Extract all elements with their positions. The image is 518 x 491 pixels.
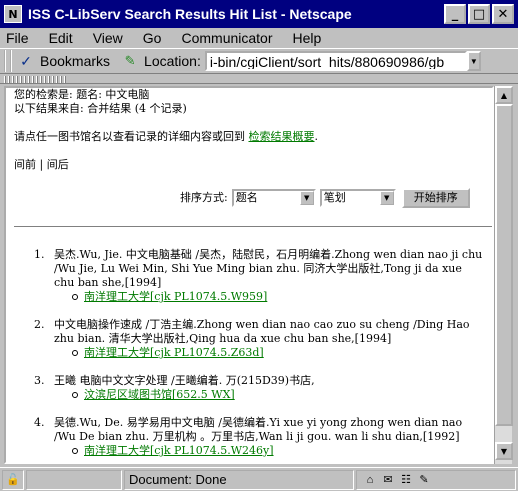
menu-go[interactable]: Go (143, 30, 162, 46)
library-link[interactable]: 南洋理工大学[cjk PL1074.5.W246y] (84, 444, 274, 458)
chevron-down-icon: ▼ (299, 191, 314, 205)
menu-file[interactable]: File (6, 30, 29, 46)
netscape-icon: N (4, 5, 22, 23)
result-citation: 中文电脑操作速成 /丁浩主编.Zhong wen dian nao cao zu… (54, 318, 470, 345)
location-label: Location: (144, 53, 201, 69)
list-item: 1. 吴杰.Wu, Jie. 中文电脑基础 /吴杰，陆慰民，石月明编着.Zhon… (14, 248, 492, 304)
status-bar: 🔓 Document: Done ⌂ ✉ ☷ ✎ (0, 467, 518, 491)
result-number: 1. (34, 248, 45, 261)
list-item: 4. 吴德.Wu, De. 易学易用中文电脑 /吴德编着.Yi xue yi y… (14, 416, 492, 458)
discussion-icon[interactable]: ☷ (399, 473, 413, 487)
bullet-icon (72, 448, 78, 454)
result-list: 1. 吴杰.Wu, Jie. 中文电脑基础 /吴杰，陆慰民，石月明编着.Zhon… (14, 248, 492, 462)
holding-row: 南洋理工大学[cjk PL1074.5.W959] (72, 290, 492, 304)
result-citation: 王曦 电脑中文文字处理 /王曦编着. 万(215D39)书店, (54, 374, 315, 387)
chevron-down-icon: ▼ (379, 191, 394, 205)
bullet-icon (72, 294, 78, 300)
progress-box (26, 469, 122, 490)
navigator-icon[interactable]: ⌂ (363, 473, 377, 487)
result-citation: 吴德.Wu, De. 易学易用中文电脑 /吴德编着.Yi xue yi yong… (54, 416, 463, 443)
library-link[interactable]: 南洋理工大学[cjk PL1074.5.W959] (84, 290, 267, 304)
minimize-button[interactable]: _ (444, 4, 466, 24)
status-text: Document: Done (124, 469, 354, 490)
bookmark-icon: ✓ (20, 52, 32, 69)
composer-icon[interactable]: ✎ (417, 473, 431, 487)
holding-row: 南洋理工大学[cjk PL1074.5.Z63d] (72, 346, 492, 360)
sort-controls: 排序方式: 题名 ▼ 笔划 ▼ 开始排序 (180, 188, 470, 208)
menu-edit[interactable]: Edit (49, 30, 73, 46)
query-line: 您的检索是: 题名: 中文电脑 (14, 88, 150, 101)
component-icons: ⌂ ✉ ☷ ✎ (356, 469, 516, 490)
menu-bar: File Edit View Go Communicator Help (0, 28, 518, 48)
close-button[interactable]: ✕ (492, 4, 514, 24)
source-line: 以下结果来自: 合并结果 (4 个记录) (14, 102, 187, 115)
bullet-icon (72, 350, 78, 356)
sort-order-value: 笔划 (323, 191, 346, 204)
result-number: 4. (34, 416, 45, 429)
library-link[interactable]: 南洋理工大学[cjk PL1074.5.Z63d] (84, 346, 264, 360)
menu-communicator[interactable]: Communicator (181, 30, 272, 46)
prev-link[interactable]: 间前 (14, 158, 36, 171)
maximize-button[interactable]: □ (468, 4, 490, 24)
summary-link[interactable]: 检索结果概要 (249, 130, 315, 143)
vertical-scrollbar[interactable]: ▲ ▼ (494, 86, 513, 464)
instruction-period: . (314, 130, 319, 143)
result-citation: 吴杰.Wu, Jie. 中文电脑基础 /吴杰，陆慰民，石月明编着.Zhong w… (54, 248, 483, 289)
security-lock-icon[interactable]: 🔓 (2, 469, 24, 490)
bullet-icon (72, 392, 78, 398)
instruction-text: 请点任一图书馆名以查看记录的详细内容或回到 (14, 130, 245, 143)
scroll-down-icon[interactable]: ▼ (495, 442, 513, 460)
mail-icon[interactable]: ✉ (381, 473, 395, 487)
location-toolbar: ✓ Bookmarks ✎ Location: i-bin/cgiClient/… (0, 48, 518, 74)
collapse-tab[interactable] (4, 76, 66, 83)
sort-label: 排序方式: (180, 191, 228, 204)
sort-order-select[interactable]: 笔划 ▼ (319, 189, 396, 207)
list-item: 2. 中文电脑操作速成 /丁浩主编.Zhong wen dian nao cao… (14, 318, 492, 360)
list-item: 3. 王曦 电脑中文文字处理 /王曦编着. 万(215D39)书店, 汶滨尼区域… (14, 374, 492, 402)
menu-view[interactable]: View (93, 30, 123, 46)
sort-field-value: 题名 (235, 191, 258, 204)
toolbar-tab-strip (0, 74, 518, 84)
result-number: 3. (34, 374, 45, 387)
result-number: 2. (34, 318, 45, 331)
page-nav: 间前 | 间后 (14, 158, 69, 172)
holding-row: 汶滨尼区域图书馆[652.5 WX] (72, 388, 492, 402)
title-bar: N ISS C-LibServ Search Results Hit List … (0, 0, 518, 28)
location-input[interactable]: i-bin/cgiClient/sort_hits/880690986/gb (204, 51, 467, 71)
holding-row: 南洋理工大学[cjk PL1074.5.W246y] (72, 444, 492, 458)
scroll-thumb[interactable] (495, 104, 513, 426)
scroll-up-icon[interactable]: ▲ (495, 86, 513, 104)
bookmarks-button[interactable]: Bookmarks (40, 53, 110, 69)
menu-help[interactable]: Help (293, 30, 322, 46)
location-icon: ✎ (124, 53, 136, 68)
library-link[interactable]: 汶滨尼区域图书馆[652.5 WX] (84, 388, 235, 402)
start-sort-button[interactable]: 开始排序 (401, 188, 470, 208)
next-link[interactable]: 间后 (47, 158, 69, 171)
window-title: ISS C-LibServ Search Results Hit List - … (28, 6, 352, 22)
divider (14, 226, 492, 228)
page-content: 您的检索是: 题名: 中文电脑 以下结果来自: 合并结果 (4 个记录) 请点任… (4, 86, 494, 464)
location-dropdown-icon[interactable]: ▼ (466, 51, 481, 71)
toolbar-grip[interactable] (4, 50, 12, 72)
instruction-line: 请点任一图书馆名以查看记录的详细内容或回到 检索结果概要. (14, 130, 318, 144)
nav-separator: | (39, 158, 44, 171)
sort-field-select[interactable]: 题名 ▼ (231, 189, 316, 207)
